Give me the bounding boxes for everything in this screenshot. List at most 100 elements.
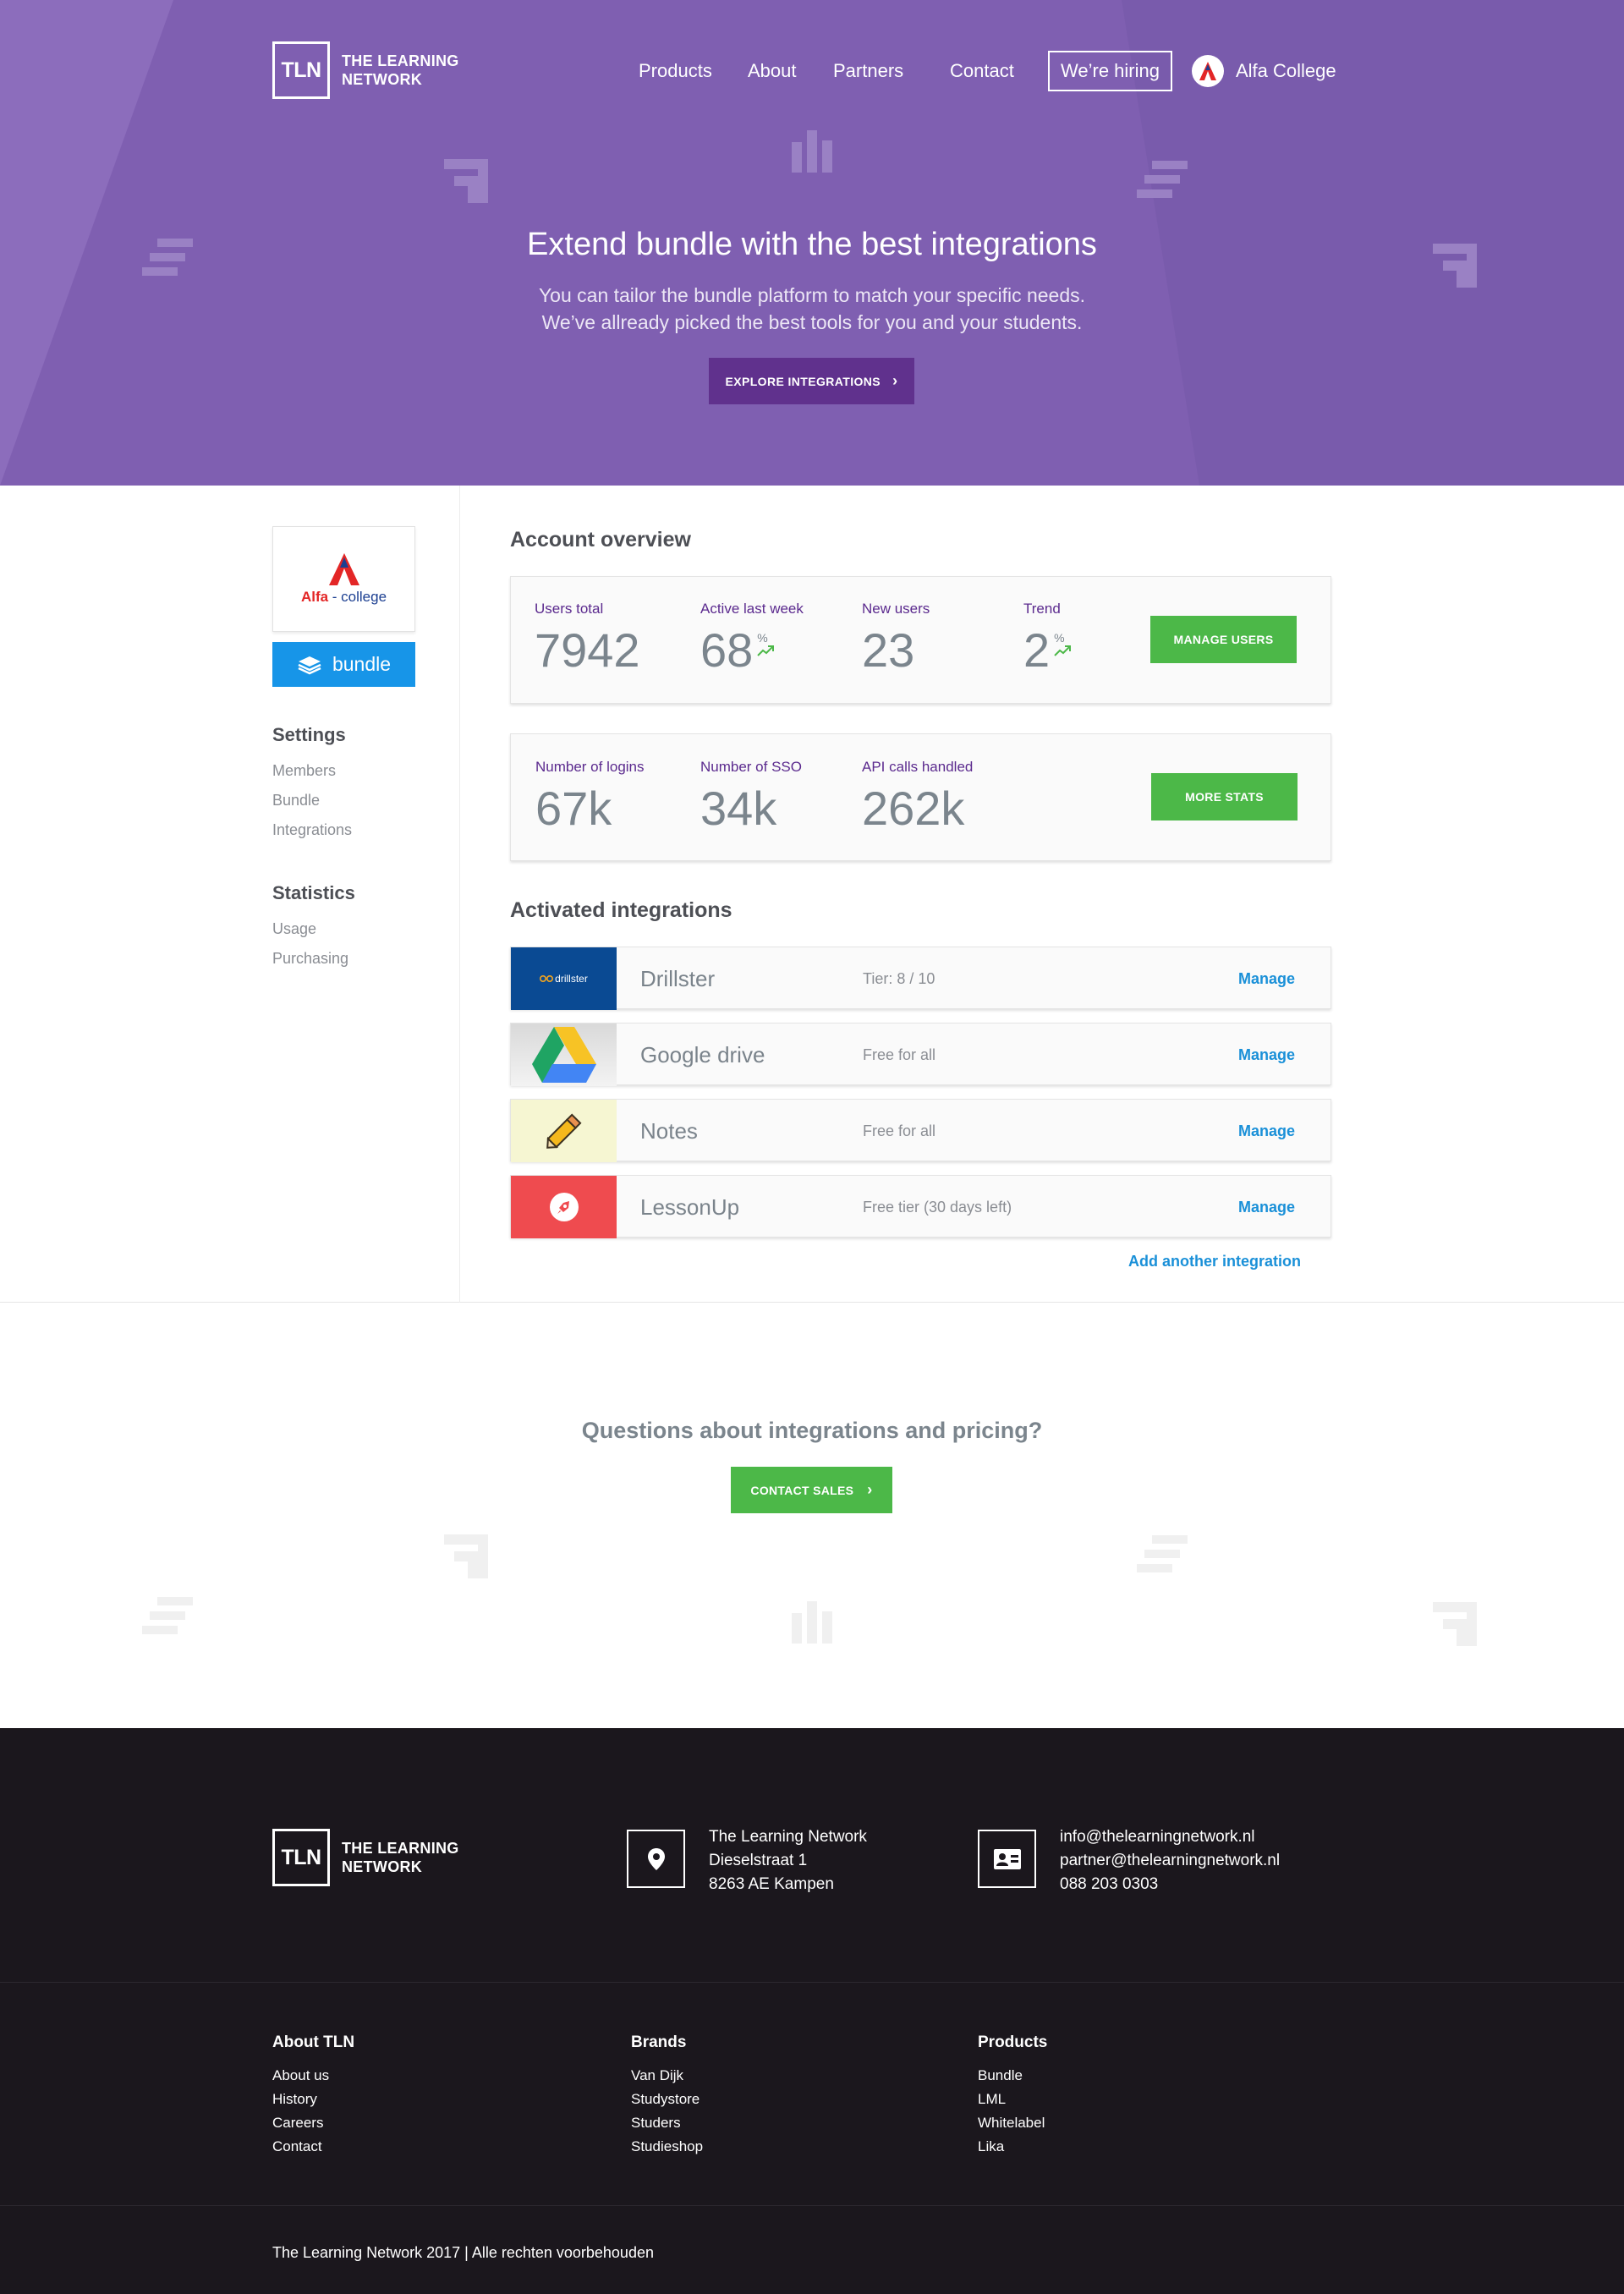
settings-heading: Settings [272,724,346,745]
deco-lines-icon [1137,1535,1188,1572]
manage-google-drive-link[interactable]: Manage [1238,1024,1295,1086]
statistics-heading: Statistics [272,882,355,903]
contact-sales-section: Questions about integrations and pricing… [0,1303,1624,1728]
stat-number: 23 [862,623,915,677]
integration-name: Notes [640,1118,698,1144]
footer-divider [0,1982,1624,1983]
hero-section: TLN THE LEARNING NETWORK Products About … [0,0,1624,486]
rocket-icon [549,1193,579,1221]
integration-row-notes: Notes Free for all Manage [510,1099,1331,1162]
footer-heading-brands: Brands [631,2033,687,2051]
trend-up-icon [1054,645,1072,656]
drillster-logo: drillster [511,947,617,1010]
stats-card-usage: Number of logins 67k Number of SSO 34k A… [510,733,1331,861]
footer-heading-products: Products [978,2033,1048,2051]
stat-label: Trend [1023,601,1061,617]
nav-products[interactable]: Products [639,51,712,91]
stat-value: 67k [535,781,645,836]
footer-heading-about: About TLN [272,2033,355,2051]
footer-link-studieshop[interactable]: Studieshop [631,2138,703,2155]
sidebar-item-members[interactable]: Members [272,762,336,780]
site-logo[interactable]: TLN THE LEARNING NETWORK [272,41,459,99]
footer-logo[interactable]: TLN THE LEARNING NETWORK [272,1829,459,1886]
integration-row-drillster: drillster Drillster Tier: 8 / 10 Manage [510,947,1331,1010]
nav-contact[interactable]: Contact [950,51,1014,91]
stat-label: Users total [535,601,604,617]
deco-corner-icon [444,159,488,203]
deco-bars-icon [792,130,832,173]
stat-label: Number of SSO [700,759,802,775]
footer-link-studystore[interactable]: Studystore [631,2091,700,2108]
copyright-text: The Learning Network 2017 | Alle rechten… [272,2244,654,2261]
email-partner-link[interactable]: partner@thelearningnetwork.nl [1060,1849,1280,1873]
nav-hiring-button[interactable]: We’re hiring [1048,51,1172,91]
stat-value: 7942 [535,623,640,678]
footer-link-lika[interactable]: Lika [978,2138,1004,2155]
footer-link-lml[interactable]: LML [978,2091,1006,2108]
footer-link-history[interactable]: History [272,2091,317,2108]
email-info-link[interactable]: info@thelearningnetwork.nl [1060,1825,1280,1849]
logo-line-1: THE LEARNING [342,1840,459,1857]
phone-number[interactable]: 088 203 0303 [1060,1873,1280,1896]
stat-value: 2 % [1023,623,1072,678]
stack-icon [298,656,321,674]
logo-wordmark: THE LEARNING NETWORK [342,52,459,89]
footer-link-careers[interactable]: Careers [272,2115,323,2132]
integration-name: Drillster [640,966,716,991]
location-pin-icon [627,1830,685,1888]
contact-sales-label: CONTACT SALES [750,1483,854,1497]
add-another-integration-link[interactable]: Add another integration [1128,1253,1301,1270]
hero-subtitle-2: We’ve allready picked the best tools for… [541,311,1083,333]
footer-link-contact[interactable]: Contact [272,2138,322,2155]
stat-api-calls-handled: API calls handled 262k [862,759,973,836]
sidebar-item-bundle[interactable]: Bundle [272,792,320,809]
hero-title: Extend bundle with the best integrations [527,227,1097,262]
bundle-badge[interactable]: bundle [272,642,415,687]
sidebar-item-integrations[interactable]: Integrations [272,821,352,839]
organization-card: Alfa - college [272,526,415,632]
address-line: The Learning Network [709,1828,867,1846]
footer-divider [0,2205,1624,2206]
percent-sign: % [757,631,768,645]
sidebar-item-usage[interactable]: Usage [272,920,316,938]
explore-integrations-button[interactable]: EXPLORE INTEGRATIONS › [709,358,914,404]
user-menu[interactable]: Alfa College [1192,51,1336,91]
integration-row-lessonup: LessonUp Free tier (30 days left) Manage [510,1175,1331,1238]
logo-mark: TLN [272,41,330,99]
manage-drillster-link[interactable]: Manage [1238,947,1295,1010]
integration-name: Google drive [640,1042,765,1067]
manage-notes-link[interactable]: Manage [1238,1100,1295,1162]
contact-sales-button[interactable]: CONTACT SALES › [731,1467,892,1513]
sidebar-item-purchasing[interactable]: Purchasing [272,950,348,968]
footer-contact: info@thelearningnetwork.nl partner@thele… [1060,1825,1280,1896]
footer-link-bundle[interactable]: Bundle [978,2067,1023,2084]
manage-users-button[interactable]: MANAGE USERS [1150,616,1297,663]
bundle-label: bundle [332,653,392,675]
nav-partners[interactable]: Partners [833,51,903,91]
sidebar-divider [459,486,460,1303]
address-line: 8263 AE Kampen [709,1875,834,1893]
footer-link-whitelabel[interactable]: Whitelabel [978,2115,1045,2132]
alfa-college-logo-icon [328,552,359,585]
stat-number: 34k [700,782,777,835]
footer-link-studers[interactable]: Studers [631,2115,681,2132]
footer-link-about-us[interactable]: About us [272,2067,329,2084]
manage-lessonup-link[interactable]: Manage [1238,1176,1295,1238]
more-stats-button[interactable]: MORE STATS [1151,773,1298,820]
stat-label: Active last week [700,601,804,617]
stat-number-of-logins: Number of logins 67k [535,759,645,836]
logo-line-1: THE LEARNING [342,52,459,69]
drillster-icon [540,975,554,982]
stat-number: 262k [862,782,965,835]
nav-about[interactable]: About [748,51,797,91]
cta-title: Questions about integrations and pricing… [581,1418,1043,1443]
footer-link-van-dijk[interactable]: Van Dijk [631,2067,683,2084]
stat-value: 23 [862,623,930,678]
google-drive-logo [511,1024,617,1086]
stat-value: 68 % [700,623,804,678]
stat-label: Number of logins [535,759,645,775]
org-name-separator: - [328,588,342,605]
stat-label: API calls handled [862,759,974,775]
organization-name: Alfa - college [301,589,387,606]
percent-sign: % [1054,631,1065,645]
